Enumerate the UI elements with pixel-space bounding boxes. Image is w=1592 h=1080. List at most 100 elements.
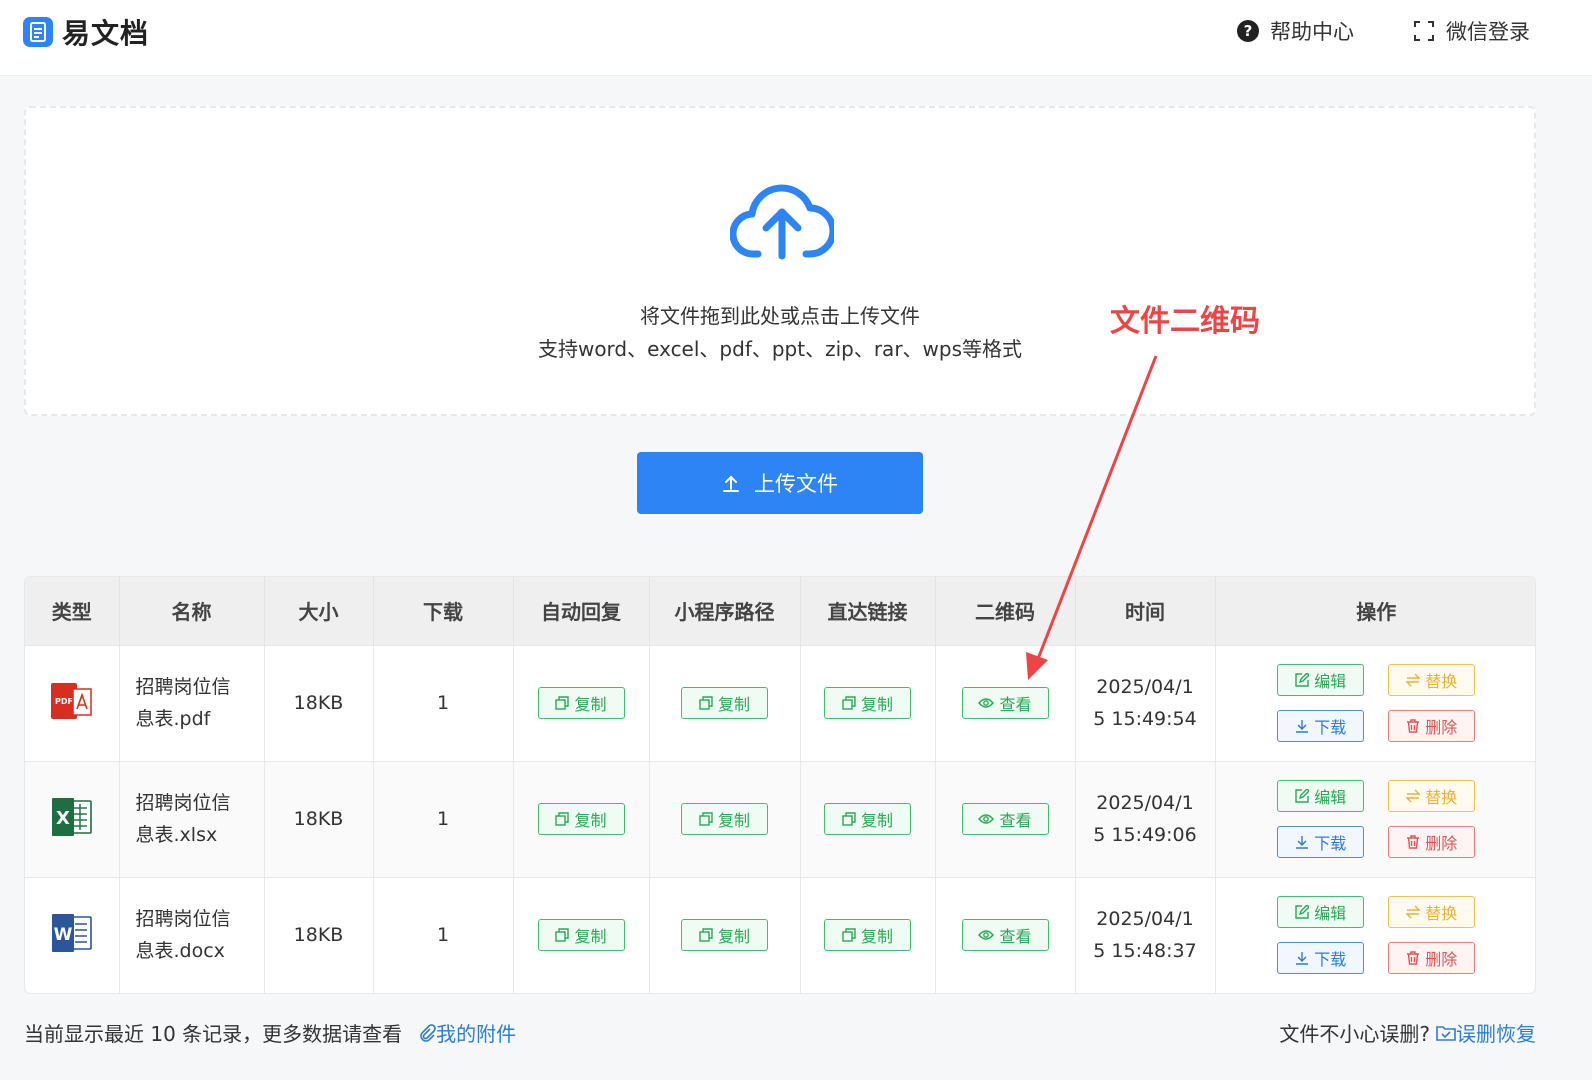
column-header: 小程序路径 xyxy=(649,577,801,645)
recover-deleted-link[interactable]: 误删恢复 xyxy=(1436,1018,1536,1047)
table-row: PDF 招聘岗位信 息表.pdf 18KB 1 复制 复制 复制 查看 2025… xyxy=(25,644,1535,761)
download-button[interactable]: 下载 xyxy=(1277,942,1365,975)
edit-button[interactable]: 编辑 xyxy=(1277,780,1365,812)
edit-label: 编辑 xyxy=(1314,672,1347,691)
copy-label: 复制 xyxy=(574,927,607,947)
copy-label: 复制 xyxy=(860,695,893,714)
file-name-line: 息表.pdf xyxy=(135,708,211,730)
upload-arrow-icon xyxy=(723,475,739,492)
copy-auto-reply-button[interactable]: 复制 xyxy=(537,919,625,952)
word-file-icon: W xyxy=(51,913,92,952)
table-header-row: 类型 名称 大小 下载 自动回复 小程序路径 直达链接 二维码 时间 操作 xyxy=(25,577,1535,645)
file-size-cell: 18KB xyxy=(264,760,374,877)
recover-prompt: 文件不小心误删? xyxy=(1279,1022,1430,1046)
file-type-cell: X xyxy=(25,760,120,877)
delete-button[interactable]: 删除 xyxy=(1388,826,1476,858)
copy-path-button[interactable]: 复制 xyxy=(681,687,768,719)
table-row: X 招聘岗位信 息表.xlsx 18KB 1 复制 复制 复制 查看 2025/… xyxy=(25,760,1535,877)
wechat-login-link[interactable]: 微信登录 xyxy=(1412,16,1530,46)
excel-file-icon: X xyxy=(51,797,92,836)
replace-button[interactable]: 替换 xyxy=(1388,780,1476,812)
edit-button[interactable]: 编辑 xyxy=(1277,664,1365,696)
auto-reply-cell: 复制 xyxy=(513,876,650,993)
download-icon xyxy=(1296,720,1309,733)
view-label: 查看 xyxy=(999,811,1032,830)
copy-link-button[interactable]: 复制 xyxy=(824,687,911,719)
upload-file-label: 上传文件 xyxy=(754,472,838,496)
file-name-cell: 招聘岗位信 息表.xlsx xyxy=(119,760,265,877)
copy-label: 复制 xyxy=(860,811,893,830)
swap-icon xyxy=(1406,789,1421,803)
download-button[interactable]: 下载 xyxy=(1277,826,1365,858)
my-attachments-link[interactable]: 我的附件 xyxy=(418,1018,516,1047)
cloud-upload-icon xyxy=(730,184,834,260)
copy-auto-reply-button[interactable]: 复制 xyxy=(537,803,625,835)
scan-frame-icon xyxy=(1414,21,1434,41)
upload-file-button[interactable]: 上传文件 xyxy=(637,452,923,514)
delete-button[interactable]: 删除 xyxy=(1388,942,1476,975)
view-qrcode-button[interactable]: 查看 xyxy=(961,687,1049,719)
file-type-cell: PDF xyxy=(25,644,120,761)
document-logo-icon xyxy=(23,17,53,47)
view-qrcode-button[interactable]: 查看 xyxy=(961,919,1049,952)
actions-cell: 编辑 替换 下载 删除 xyxy=(1215,644,1535,761)
annotation-label: 文件二维码 xyxy=(1110,304,1260,339)
eye-icon xyxy=(978,698,995,708)
replace-button[interactable]: 替换 xyxy=(1388,664,1476,696)
column-header: 下载 xyxy=(373,577,514,645)
auto-reply-cell: 复制 xyxy=(513,644,650,761)
eye-icon xyxy=(978,930,995,940)
pdf-file-icon: PDF xyxy=(50,682,92,719)
copy-link-button[interactable]: 复制 xyxy=(824,803,911,835)
mini-program-path-cell: 复制 xyxy=(649,876,801,993)
copy-icon xyxy=(555,812,570,826)
logo-text: 易文档 xyxy=(62,17,150,50)
view-qrcode-button[interactable]: 查看 xyxy=(961,803,1049,835)
svg-text:?: ? xyxy=(1244,22,1253,40)
file-name-line: 息表.docx xyxy=(135,940,225,963)
help-center-label: 帮助中心 xyxy=(1270,20,1354,44)
copy-path-button[interactable]: 复制 xyxy=(681,919,768,952)
download-button[interactable]: 下载 xyxy=(1277,710,1365,742)
edit-label: 编辑 xyxy=(1314,904,1347,924)
copy-label: 复制 xyxy=(717,811,750,830)
direct-link-cell: 复制 xyxy=(800,760,936,877)
column-header: 名称 xyxy=(119,577,265,645)
file-name-cell: 招聘岗位信 息表.docx xyxy=(119,876,265,993)
qrcode-cell: 查看 xyxy=(935,876,1076,993)
replace-button[interactable]: 替换 xyxy=(1388,896,1476,929)
my-attachments-label: 我的附件 xyxy=(436,1022,517,1046)
file-size-cell: 18KB xyxy=(264,644,374,761)
replace-label: 替换 xyxy=(1425,904,1458,924)
copy-icon xyxy=(699,696,713,710)
copy-path-button[interactable]: 复制 xyxy=(681,803,768,835)
column-header: 二维码 xyxy=(935,577,1076,645)
file-drop-zone[interactable]: 将文件拖到此处或点击上传文件 支持word、excel、pdf、ppt、zip、… xyxy=(24,106,1536,416)
copy-auto-reply-button[interactable]: 复制 xyxy=(537,687,625,719)
copy-icon xyxy=(699,928,713,942)
help-center-link[interactable]: ? 帮助中心 xyxy=(1236,16,1354,46)
file-table: 类型 名称 大小 下载 自动回复 小程序路径 直达链接 二维码 时间 操作 PD… xyxy=(24,576,1536,994)
app-logo[interactable]: 易文档 xyxy=(22,12,149,52)
time-line: 5 15:48:37 xyxy=(1093,940,1197,963)
edit-button[interactable]: 编辑 xyxy=(1277,896,1365,929)
edit-label: 编辑 xyxy=(1314,788,1347,807)
svg-text:X: X xyxy=(56,808,70,829)
file-name-cell: 招聘岗位信 息表.pdf xyxy=(119,644,265,761)
direct-link-cell: 复制 xyxy=(800,876,936,993)
eye-icon xyxy=(978,814,995,824)
edit-icon xyxy=(1295,905,1310,919)
download-count-cell: 1 xyxy=(373,644,514,761)
copy-label: 复制 xyxy=(860,927,893,947)
copy-icon xyxy=(842,928,856,942)
time-line: 2025/04/1 xyxy=(1096,676,1194,698)
column-header: 类型 xyxy=(25,577,120,645)
copy-link-button[interactable]: 复制 xyxy=(824,919,911,952)
recover-deleted-label: 误删恢复 xyxy=(1456,1022,1536,1046)
question-circle-icon: ? xyxy=(1237,20,1259,42)
column-header: 时间 xyxy=(1075,577,1216,645)
delete-label: 删除 xyxy=(1425,718,1458,737)
delete-button[interactable]: 删除 xyxy=(1388,710,1476,742)
restore-folder-icon xyxy=(1436,1025,1456,1041)
column-header: 自动回复 xyxy=(513,577,650,645)
